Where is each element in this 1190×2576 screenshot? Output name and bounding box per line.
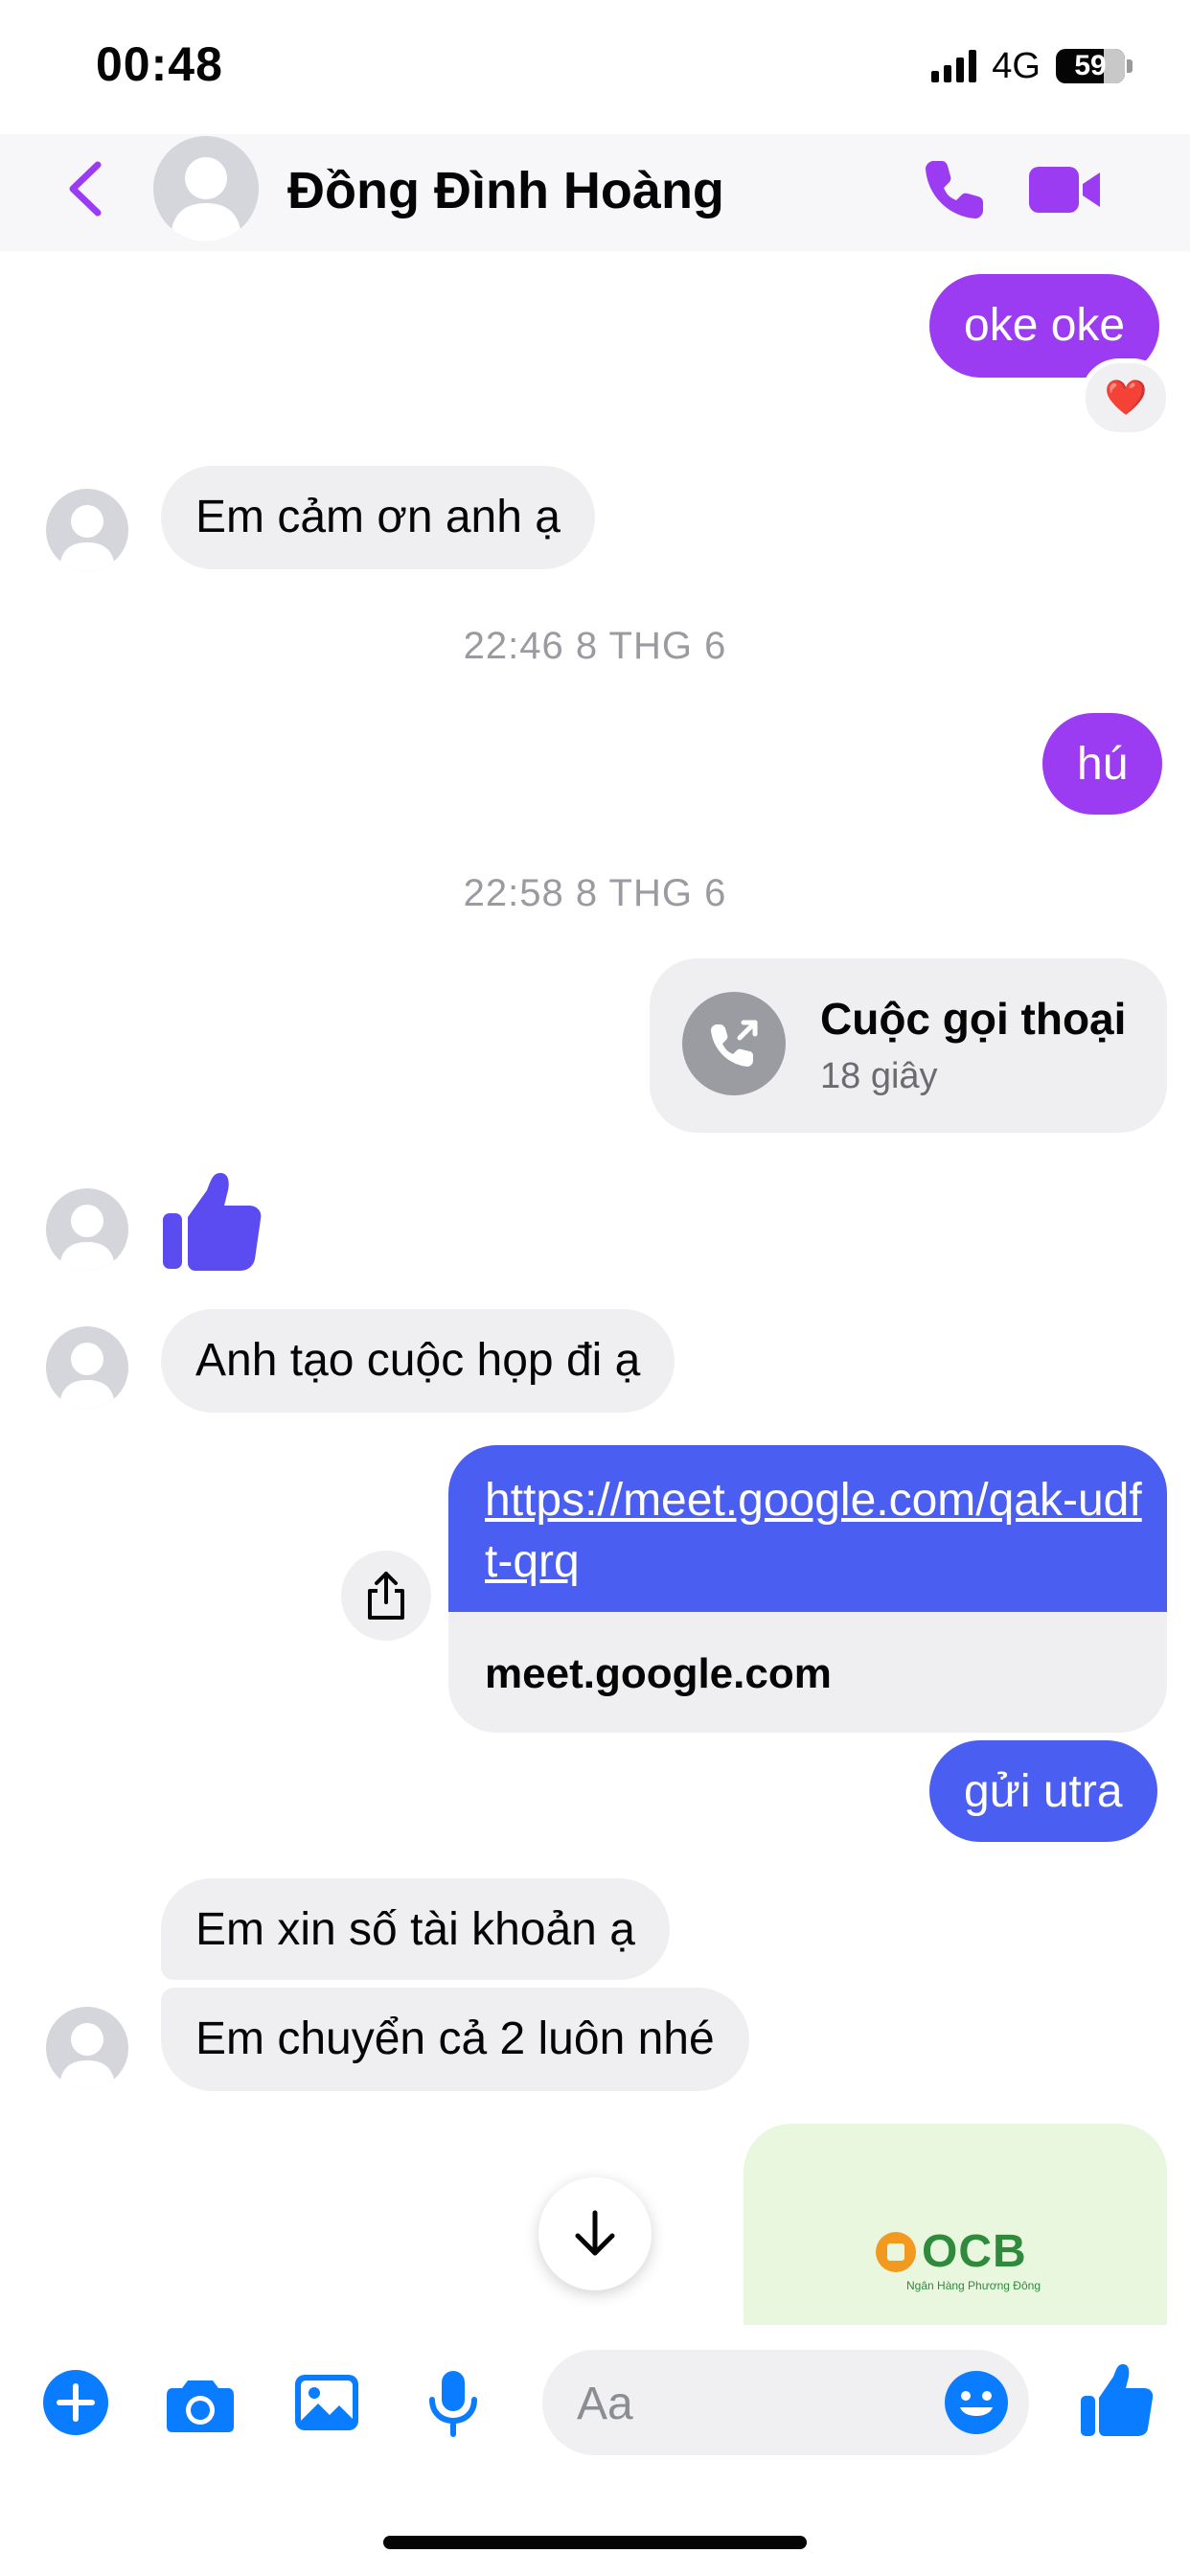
link-preview-card[interactable]: https://meet.google.com/qak-udft-qrq mee… <box>448 1445 1167 1733</box>
sender-avatar[interactable] <box>46 489 128 571</box>
timestamp-divider: 22:46 8 THG 6 <box>463 625 727 667</box>
heart-reaction-icon: ❤️ <box>1104 378 1148 417</box>
status-time: 00:48 <box>96 37 223 91</box>
outgoing-call-icon <box>682 992 786 1095</box>
camera-icon[interactable] <box>165 2367 236 2438</box>
network-type: 4G <box>992 45 1041 86</box>
microphone-icon[interactable] <box>418 2367 489 2438</box>
battery-level: 59 <box>1074 50 1107 81</box>
message-bubble-outgoing[interactable]: gửi utra <box>929 1740 1157 1842</box>
call-duration: 18 giây <box>820 1056 938 1096</box>
signal-icon <box>931 50 977 82</box>
sender-avatar[interactable] <box>46 1326 128 1409</box>
sender-avatar[interactable] <box>46 2007 128 2089</box>
reaction-heart[interactable]: ❤️ <box>1081 358 1171 437</box>
thumbs-up-sticker-icon[interactable] <box>161 1167 264 1275</box>
ocb-logo-subtitle: Ngân Hàng Phương Đông <box>906 2279 1041 2292</box>
phone-call-icon[interactable] <box>920 155 989 224</box>
message-bubble-incoming[interactable]: Em cảm ơn anh ạ <box>161 466 595 569</box>
emoji-icon[interactable] <box>943 2369 1010 2436</box>
status-indicators: 4G 59 <box>931 42 1133 90</box>
message-bubble-incoming[interactable]: Em chuyển cả 2 luôn nhé <box>161 1988 749 2091</box>
back-chevron-icon[interactable] <box>57 155 115 222</box>
sender-avatar[interactable] <box>46 1188 128 1271</box>
scroll-to-bottom-button[interactable] <box>538 2177 652 2290</box>
contact-name[interactable]: Đồng Đình Hoàng <box>287 161 724 220</box>
home-indicator <box>383 2536 807 2549</box>
message-bubble-outgoing[interactable]: hú <box>1042 713 1163 815</box>
arrow-down-icon <box>575 2210 615 2256</box>
battery-icon: 59 <box>1056 49 1125 83</box>
contact-avatar[interactable] <box>153 136 259 242</box>
link-domain: meet.google.com <box>485 1650 832 1697</box>
timestamp-divider: 22:58 8 THG 6 <box>463 872 727 914</box>
like-thumbs-up-icon[interactable] <box>1079 2361 1156 2438</box>
ocb-logo: OCB <box>876 2225 1027 2278</box>
message-input[interactable] <box>575 2350 924 2457</box>
call-title: Cuộc gọi thoại <box>820 994 1127 1044</box>
message-bubble-incoming[interactable]: Em xin số tài khoản ạ <box>161 1878 670 1980</box>
ocb-mark-icon <box>876 2231 916 2272</box>
share-button[interactable] <box>341 1551 431 1641</box>
gallery-icon[interactable] <box>291 2367 362 2438</box>
message-bubble-incoming[interactable]: Anh tạo cuộc họp đi ạ <box>161 1309 675 1413</box>
plus-icon[interactable] <box>40 2367 111 2438</box>
message-input-wrapper[interactable] <box>542 2350 1029 2457</box>
image-attachment[interactable]: OCB Ngân Hàng Phương Đông <box>744 2124 1167 2325</box>
share-icon <box>368 1572 404 1620</box>
meet-link[interactable]: https://meet.google.com/qak-udft-qrq <box>485 1470 1146 1593</box>
video-call-icon[interactable] <box>1027 155 1104 224</box>
